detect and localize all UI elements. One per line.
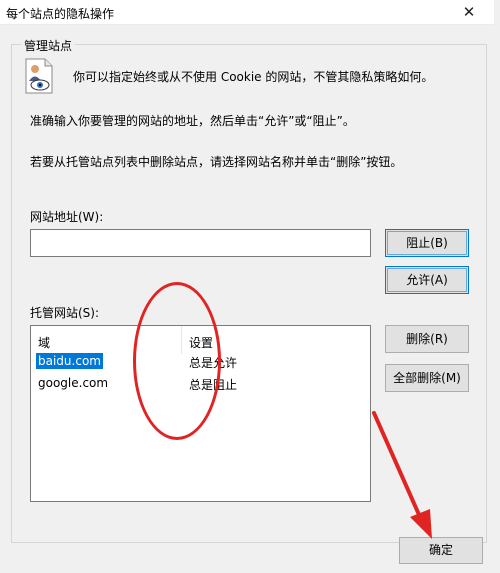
list-item-domain[interactable]: baidu.com — [36, 353, 103, 369]
managed-sites-label: 托管网站(S): — [30, 306, 100, 320]
info-text-cookie: 你可以指定始终或从不使用 Cookie 的网站，不管其隐私策略如何。 — [73, 70, 434, 84]
info-text-enter-address: 准确输入你要管理的网站的地址，然后单击“允许”或“阻止”。 — [30, 114, 355, 128]
group-title: 管理站点 — [21, 37, 76, 54]
window-edge — [494, 0, 500, 573]
annotation-arrow-icon — [372, 411, 432, 539]
block-button-label: 阻止(B) — [406, 236, 448, 250]
annotation-circle — [133, 282, 221, 440]
privacy-document-icon — [25, 58, 53, 94]
close-icon[interactable]: ✕ — [444, 0, 494, 24]
remove-button[interactable]: 删除(R) — [385, 325, 469, 353]
info-text-remove-site: 若要从托管站点列表中删除站点，请选择网站名称并单击“删除”按钮。 — [30, 155, 403, 169]
block-button[interactable]: 阻止(B) — [385, 229, 469, 257]
window-title: 每个站点的隐私操作 — [6, 7, 115, 21]
ok-button-label: 确定 — [428, 543, 453, 557]
ok-button[interactable]: 确定 — [399, 537, 483, 564]
remove-all-button-label: 全部删除(M) — [393, 371, 461, 385]
list-item-domain[interactable]: google.com — [38, 376, 108, 390]
allow-button-label: 允许(A) — [406, 273, 448, 287]
remove-all-button[interactable]: 全部删除(M) — [385, 364, 469, 392]
title-bar: 每个站点的隐私操作 ✕ — [0, 0, 500, 25]
allow-button[interactable]: 允许(A) — [385, 266, 469, 294]
address-label: 网站地址(W): — [30, 210, 104, 224]
column-header-domain[interactable]: 域 — [38, 334, 50, 351]
dialog-body: 管理站点 你可以指定始终或从不使用 Cookie 的网站，不管其隐私策略如何。 … — [0, 25, 494, 573]
website-address-input[interactable] — [30, 229, 371, 257]
remove-button-label: 删除(R) — [406, 332, 448, 346]
